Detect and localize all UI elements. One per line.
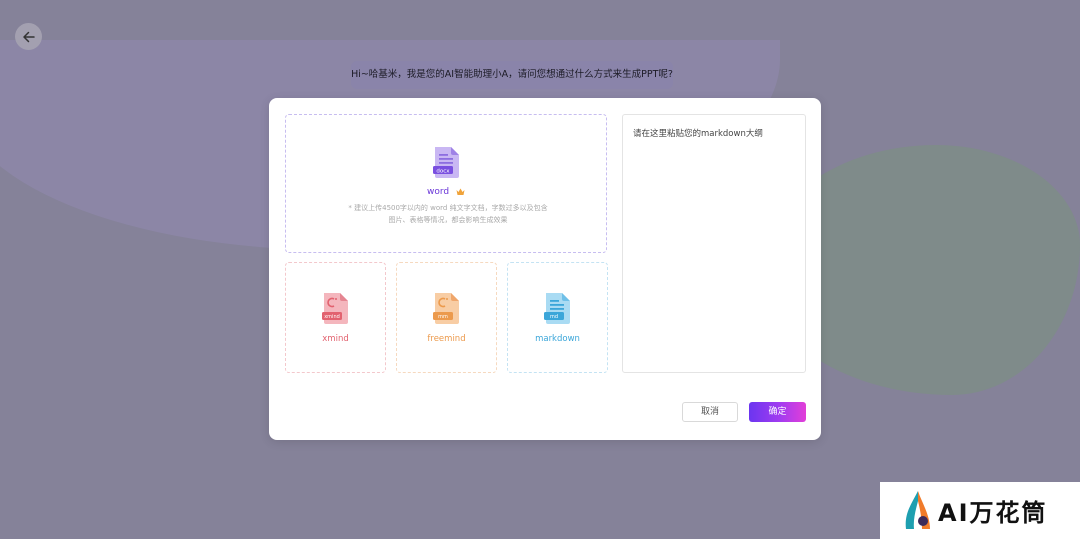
file-type-tag: xmind bbox=[324, 314, 340, 320]
xmind-label: xmind bbox=[322, 334, 349, 344]
flame-logo-icon bbox=[905, 490, 930, 529]
file-type-tag: md bbox=[550, 314, 558, 320]
cancel-button[interactable]: 取消 bbox=[682, 402, 738, 422]
assistant-greeting-bubble: Hi~哈基米，我是您的AI智能助理小A，请问您想通过什么方式来生成PPT呢? bbox=[351, 61, 673, 89]
word-hint-line: 图片、表格等情况，都会影响生成效果 bbox=[388, 216, 508, 224]
markdown-label: markdown bbox=[535, 334, 580, 344]
markdown-file-icon: md bbox=[544, 293, 570, 324]
word-upload-hint: * 建议上传4500字以内的 word 纯文字文档，字数过多以及包含 图片、表格… bbox=[338, 202, 558, 226]
xmind-upload-card[interactable]: xmind xmind bbox=[285, 262, 386, 373]
watermark-text: AI万花筒 bbox=[938, 499, 1048, 527]
xmind-file-icon: xmind bbox=[322, 293, 348, 324]
word-label-row: word bbox=[286, 187, 606, 197]
word-file-icon: docx bbox=[433, 147, 459, 178]
import-outline-dialog: docx word * 建议上传4500字以内的 word 纯文字文档，字数过多… bbox=[269, 98, 821, 440]
crown-icon bbox=[456, 188, 465, 195]
watermark: AI万花筒 bbox=[880, 482, 1080, 539]
freemind-file-icon: mm bbox=[433, 293, 459, 324]
markdown-upload-card[interactable]: md markdown bbox=[507, 262, 608, 373]
back-button[interactable] bbox=[15, 23, 42, 50]
word-hint-line: * 建议上传4500字以内的 word 纯文字文档，字数过多以及包含 bbox=[348, 204, 548, 212]
freemind-label: freemind bbox=[427, 334, 466, 344]
freemind-upload-card[interactable]: mm freemind bbox=[396, 262, 497, 373]
confirm-button[interactable]: 确定 bbox=[749, 402, 806, 422]
file-type-tag: docx bbox=[436, 168, 450, 174]
word-label: word bbox=[427, 187, 450, 197]
word-upload-area[interactable]: docx word * 建议上传4500字以内的 word 纯文字文档，字数过多… bbox=[285, 114, 607, 253]
file-type-tag: mm bbox=[438, 314, 448, 320]
markdown-outline-input[interactable] bbox=[622, 114, 806, 373]
arrow-left-icon bbox=[22, 31, 35, 42]
